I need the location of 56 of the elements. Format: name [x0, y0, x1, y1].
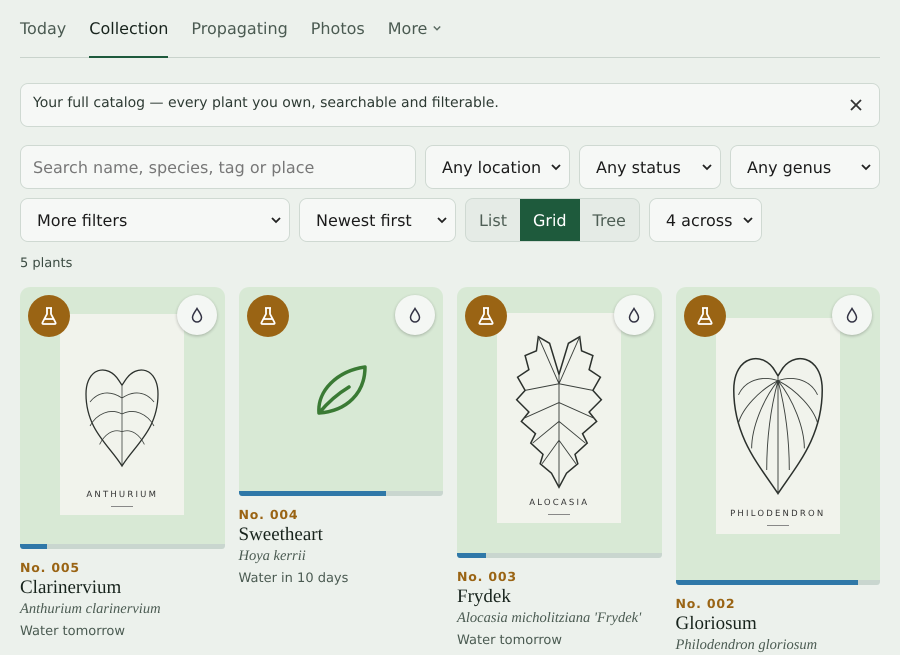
nav-tab[interactable]: Propagating	[191, 0, 300, 58]
droplet-icon	[409, 307, 421, 323]
sort-select[interactable]: Newest first	[299, 198, 456, 242]
nav-tab[interactable]: Photos	[310, 0, 377, 58]
chevron-icon	[271, 216, 281, 224]
plant-name: Clarinervium	[20, 577, 122, 599]
flask-icon	[478, 307, 494, 325]
chevron-icon	[861, 164, 871, 170]
columns-select[interactable]: 4 across	[648, 198, 762, 242]
nav-tab[interactable]: Today	[20, 0, 78, 58]
plant-count: 5 plants	[20, 256, 74, 271]
view-mode-toggle[interactable]: Grid	[520, 199, 580, 241]
poster-label: ANTHURIUM	[86, 490, 158, 500]
chevron-icon	[702, 164, 712, 170]
view-mode-toggle[interactable]: Tree	[580, 199, 639, 241]
watering-note: Water tomorrow	[457, 633, 563, 648]
filter-select[interactable]: Any status	[579, 145, 721, 189]
filter-select[interactable]: Any genus	[730, 145, 880, 189]
flask-icon	[260, 307, 276, 325]
plant-name: Frydek	[457, 586, 512, 608]
species-name: Hoya kerrii	[238, 548, 307, 565]
nav-tab[interactable]: More	[388, 0, 454, 58]
flask-icon	[696, 307, 712, 325]
banner-text: Your full catalog — every plant you own, searchable and filterable.	[33, 95, 499, 111]
watering-note: Water in 10 days	[238, 571, 350, 586]
close-icon	[849, 98, 863, 112]
plant-name: Gloriosum	[676, 613, 758, 635]
view-mode-toggle[interactable]: List	[466, 199, 520, 241]
chevron-icon	[742, 216, 753, 224]
species-name: Anthurium clarinervium	[20, 601, 162, 618]
plant-number: No. 003	[457, 569, 518, 584]
droplet-icon	[628, 307, 640, 323]
species-name: Philodendron gloriosum	[676, 637, 818, 654]
filter-select[interactable]: Any location	[425, 145, 570, 189]
chevron-icon	[433, 24, 442, 32]
chevron-icon	[551, 164, 561, 170]
plant-number: No. 002	[676, 596, 736, 611]
search-field[interactable]: Search name, species, tag or place	[20, 145, 416, 189]
plant-number: No. 004	[238, 507, 300, 522]
plant-name: Sweetheart	[238, 524, 324, 546]
leaf-icon	[314, 363, 367, 415]
water-button[interactable]	[832, 295, 872, 335]
droplet-icon	[190, 307, 202, 323]
poster-label: ALOCASIA	[529, 498, 590, 508]
species-name: Alocasia micholitziana 'Frydek'	[457, 610, 642, 627]
watering-note: Water tomorrow	[20, 624, 126, 639]
plant-number: No. 005	[20, 560, 81, 575]
poster-label: PHILODENDRON	[730, 509, 826, 519]
water-button[interactable]	[395, 295, 435, 335]
more-filters-select[interactable]: More filters	[20, 198, 290, 242]
chevron-icon	[437, 216, 447, 224]
flask-icon	[41, 307, 57, 325]
droplet-icon	[846, 307, 858, 323]
nav-tab[interactable]: Collection	[89, 0, 168, 58]
water-button[interactable]	[176, 295, 216, 335]
water-button[interactable]	[614, 295, 654, 335]
